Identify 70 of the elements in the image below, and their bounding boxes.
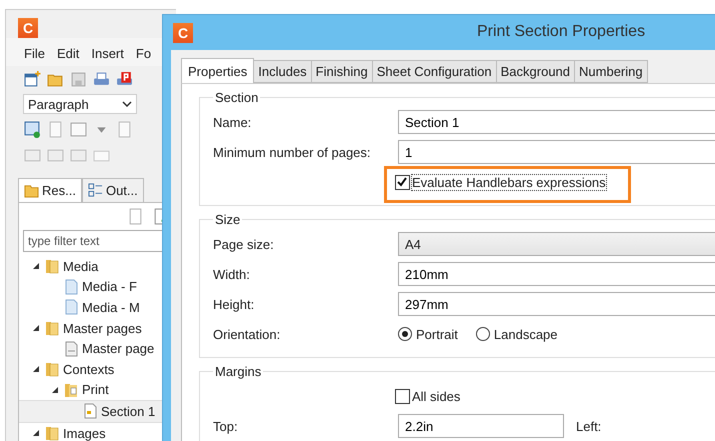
radio-button[interactable]: Landscape [476,326,558,342]
document-icon [63,278,79,295]
menu-item[interactable]: Fo [136,46,152,66]
field-label: Left: [576,418,602,434]
tree-item[interactable]: Media - M [19,297,175,318]
dropdown[interactable]: A4 [398,232,715,256]
field-label: Width: [213,266,251,282]
expand-triangle-icon[interactable] [33,430,39,436]
folder-icon [44,258,60,274]
folder-icon [44,320,60,336]
tab[interactable]: Sheet Configuration [372,60,497,83]
tree-item[interactable]: Master pages [19,318,175,338]
tab[interactable]: Numbering [575,60,648,83]
input-field[interactable]: 297mm [398,292,715,316]
field-label: Name: [213,114,252,130]
input-field[interactable]: 2.2in [398,414,564,438]
group-title: Margins [214,364,262,379]
tab[interactable]: Finishing [312,60,373,83]
document-icon[interactable] [127,208,144,225]
group-title: Section [214,90,260,105]
tab[interactable]: Background [496,60,576,83]
tree-item[interactable]: Master page [19,338,175,359]
input-field[interactable]: 210mm [398,262,715,286]
input-field[interactable]: 1 [398,140,715,164]
menu-item[interactable]: Edit [56,46,80,66]
expand-triangle-icon[interactable] [33,263,39,270]
paragraph-style-dropdown[interactable]: Paragraph [23,94,137,114]
tab[interactable]: Properties [181,58,254,83]
field-label: Minimum number of pages: [213,144,372,160]
input-field[interactable]: Section 1 [398,110,715,134]
expand-triangle-icon[interactable] [52,386,58,393]
expand-triangle-icon[interactable] [33,366,39,372]
tree-item[interactable]: Media [19,256,175,277]
chevron-down-icon [122,101,132,107]
panel-tab[interactable]: Res... [18,178,82,202]
document-icon [63,299,79,316]
document-icon[interactable] [116,120,133,138]
folder-icon [24,183,39,198]
field-label: Height: [213,296,256,312]
tree-item[interactable]: Contexts [19,358,175,380]
field-label: Orientation: [213,326,282,342]
expand-triangle-icon[interactable] [33,325,39,332]
checkmark-icon [396,176,408,188]
outline-icon [88,183,103,198]
frame-icon[interactable] [70,120,87,138]
section-icon [82,403,98,420]
app-logo: C [18,18,38,38]
group-title: Size [214,212,242,227]
radio-button[interactable]: Portrait [398,326,458,342]
window-title: Print Section Properties [477,23,646,41]
field-label: Top: [213,418,239,434]
folder-icon [44,361,60,378]
field-label: Page size: [213,236,275,252]
app-logo: C [173,22,193,42]
folder-icon [44,425,60,441]
pdf-icon[interactable] [116,70,133,88]
menu-item[interactable]: File [24,46,45,66]
panel-tab[interactable]: Out... [82,178,144,202]
tree-item[interactable]: Print [19,380,175,400]
new-document-icon[interactable] [24,70,41,88]
print-icon[interactable] [93,70,110,88]
tree-item[interactable]: Images [19,422,175,441]
menu-item[interactable]: Insert [91,46,124,66]
save-icon[interactable] [70,70,87,88]
folder-document-icon [63,382,79,398]
document-icon[interactable] [47,120,64,138]
tree-item[interactable]: Media - F [19,276,175,298]
checkbox[interactable]: All sides [395,388,460,404]
tab[interactable]: Includes [254,60,312,83]
page-icon [63,340,79,357]
